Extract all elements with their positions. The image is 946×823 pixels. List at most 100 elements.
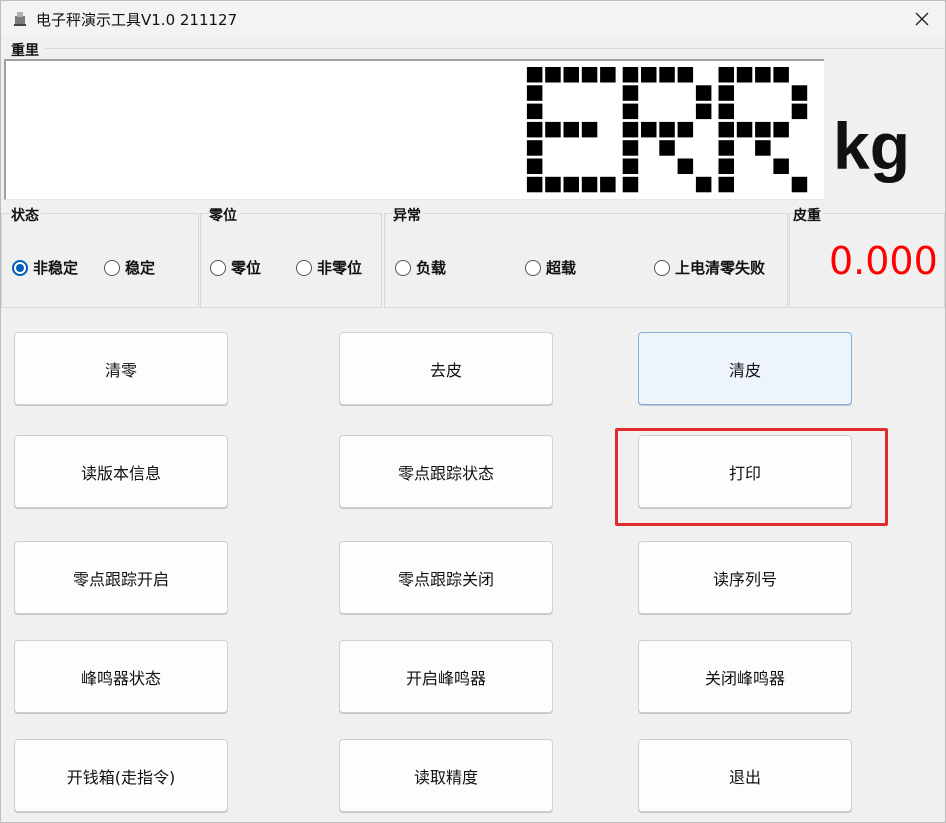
dot-matrix-pixel [695,176,712,193]
dot-matrix-pixel [718,103,734,120]
open-drawer-button[interactable]: 开钱箱(走指令) [14,739,228,812]
zero-track-off-button[interactable]: 零点跟踪关闭 [339,541,553,614]
dot-matrix-pixel [641,121,657,138]
tare-button[interactable]: 去皮 [339,332,553,405]
dot-matrix-pixel [791,103,808,120]
zero-group: 零位 零位 非零位 [200,205,382,308]
radio-overload-label: 超载 [546,259,577,277]
clear-zero-button[interactable]: 清零 [14,332,228,405]
dot-matrix-pixel [600,67,616,83]
buzzer-off-button[interactable]: 关闭峰鸣器 [638,640,852,713]
weight-display-panel [4,59,824,200]
radio-unchecked-icon [395,259,411,276]
window-title: 电子秤演示工具V1.0 211127 [36,11,238,29]
status-group: 状态 非稳定 稳定 [1,205,199,308]
close-button[interactable] [899,1,945,37]
dot-matrix-pixel [659,121,675,138]
dot-matrix-pixel [659,67,675,83]
dot-matrix-pixel [545,176,561,193]
dot-matrix-pixel [718,140,734,156]
radio-nonzero-label: 非零位 [317,259,363,277]
dot-matrix-pixel [718,158,734,174]
dot-matrix-pixel [677,158,694,174]
dot-matrix-pixel [526,176,543,193]
dot-matrix-pixel [718,176,734,193]
dot-matrix-pixel [736,121,753,138]
dot-matrix-pixel [791,85,808,101]
dot-matrix-pixel [718,121,734,138]
zero-track-status-button[interactable]: 零点跟踪状态 [339,435,553,508]
read-precision-button[interactable]: 读取精度 [339,739,553,812]
abnormal-group-label: 异常 [393,205,423,225]
dot-matrix-pixel [622,103,639,120]
tare-group-label: 皮重 [793,205,823,225]
radio-poweron-zero-fail[interactable]: 上电清零失败 [654,257,765,278]
scale-app-icon [14,12,26,26]
dot-matrix-pixel [622,140,639,156]
radio-zero[interactable]: 零位 [210,257,261,278]
dot-matrix-pixel [622,158,639,174]
radio-stable[interactable]: 稳定 [104,257,155,278]
read-serial-button[interactable]: 读序列号 [638,541,852,614]
radio-unchecked-icon [210,259,226,276]
radio-nonzero[interactable]: 非零位 [296,257,362,278]
radio-unchecked-icon [104,259,120,276]
dot-matrix-pixel [677,67,694,83]
radio-unchecked-icon [654,259,670,276]
abnormal-group: 异常 负载 超载 上电清零失败 [384,205,788,308]
tare-value: 0.000 [829,239,938,283]
dot-matrix-pixel [526,121,543,138]
dot-matrix-pixel [755,67,771,83]
clear-tare-button[interactable]: 清皮 [638,332,852,405]
buzzer-on-button[interactable]: 开启峰鸣器 [339,640,553,713]
dot-matrix-pixel [526,85,543,101]
radio-negative-load[interactable]: 负载 [395,257,446,278]
print-highlight-annotation [615,428,888,526]
weight-group-border [45,48,943,49]
dot-matrix-pixel [545,67,561,83]
dot-matrix-pixel [641,67,657,83]
dot-matrix-pixel [755,121,771,138]
dot-matrix-pixel [563,67,579,83]
dot-matrix-pixel [526,158,543,174]
read-version-button[interactable]: 读版本信息 [14,435,228,508]
title-bar: 电子秤演示工具V1.0 211127 [1,1,945,37]
dot-matrix-pixel [718,67,734,83]
dot-matrix-pixel [563,121,579,138]
close-icon [915,12,929,26]
dot-matrix-pixel [773,158,789,174]
dot-matrix-pixel [695,103,712,120]
dot-matrix-pixel [791,176,808,193]
dot-matrix-pixel [755,140,771,156]
dot-matrix-pixel [526,103,543,120]
radio-unstable-label: 非稳定 [33,259,79,277]
dot-matrix-display [526,67,808,193]
radio-zero-label: 零位 [231,259,262,277]
dot-matrix-pixel [659,140,675,156]
zero-group-label: 零位 [209,205,239,225]
zero-track-on-button[interactable]: 零点跟踪开启 [14,541,228,614]
dot-matrix-pixel [718,85,734,101]
dot-matrix-pixel [526,67,543,83]
dot-matrix-pixel [563,176,579,193]
radio-overload[interactable]: 超载 [525,257,576,278]
dot-matrix-pixel [677,121,694,138]
weight-group-label: 重里 [11,43,39,59]
dot-matrix-pixel [545,121,561,138]
buzzer-status-button[interactable]: 峰鸣器状态 [14,640,228,713]
dot-matrix-pixel [526,140,543,156]
radio-stable-label: 稳定 [125,259,156,277]
radio-checked-icon [12,259,28,276]
dot-matrix-pixel [622,85,639,101]
dot-matrix-pixel [736,67,753,83]
dot-matrix-pixel [581,176,598,193]
radio-unstable[interactable]: 非稳定 [12,257,78,278]
dot-matrix-pixel [622,67,639,83]
dot-matrix-pixel [773,67,789,83]
dot-matrix-pixel [581,121,598,138]
dot-matrix-pixel [622,121,639,138]
exit-button[interactable]: 退出 [638,739,852,812]
app-window: 电子秤演示工具V1.0 211127 重里 kg 状态 非稳定 稳定 零位 零位 [0,0,946,823]
radio-negative-load-label: 负载 [416,259,447,277]
dot-matrix-pixel [600,176,616,193]
